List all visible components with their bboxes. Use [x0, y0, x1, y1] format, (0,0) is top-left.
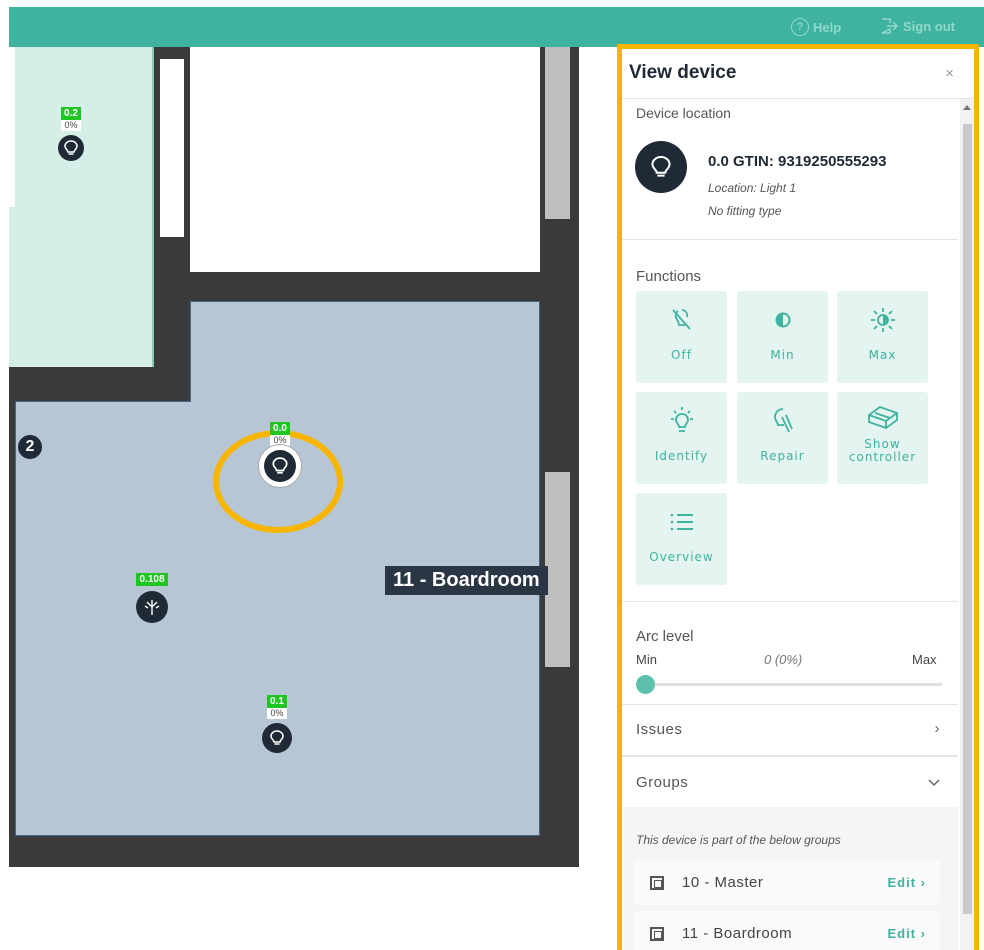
- group-item[interactable]: 11 - Boardroom Edit ›: [634, 911, 940, 950]
- edit-label: Edit: [887, 875, 917, 890]
- view-device-panel: View device × Device location 0.0 GTIN: …: [617, 44, 979, 950]
- repair-button[interactable]: Repair: [737, 392, 828, 484]
- off-label: Off: [671, 348, 692, 362]
- room-white: [190, 47, 540, 272]
- help-label: Help: [813, 19, 842, 35]
- min-label: Min: [770, 348, 795, 362]
- device-fitting: No fitting type: [708, 204, 782, 218]
- wall: [9, 372, 194, 402]
- room-label[interactable]: 11 - Boardroom: [385, 566, 548, 595]
- half-circle-icon: [775, 312, 790, 328]
- device-address-tag: 0.108: [136, 573, 168, 586]
- device-marker[interactable]: 0.1 0%: [262, 695, 292, 753]
- functions-label: Functions: [636, 268, 702, 285]
- groups-row[interactable]: Groups: [622, 757, 958, 807]
- selected-halo: [258, 444, 302, 488]
- room-edge: [15, 401, 191, 402]
- divider: [622, 601, 958, 602]
- group-item[interactable]: 10 - Master Edit ›: [634, 860, 940, 905]
- issues-label: Issues: [636, 721, 683, 738]
- group-name: 10 - Master: [682, 874, 764, 891]
- edit-group-link[interactable]: Edit ›: [887, 875, 926, 890]
- divider: [622, 239, 958, 240]
- floor-plan[interactable]: 0.2 0% 0.0 0% 0.108 0.1 0% 2 11 - Boardr…: [0, 47, 620, 950]
- arc-level-label: Arc level: [636, 628, 694, 645]
- issues-row[interactable]: Issues ›: [622, 705, 958, 755]
- bulb-rays-icon: [670, 407, 693, 432]
- window: [160, 59, 184, 237]
- close-icon[interactable]: ×: [945, 65, 954, 82]
- group-icon: [650, 876, 664, 890]
- off-button[interactable]: Off: [636, 291, 727, 383]
- device-name: 0.0 GTIN: 9319250555293: [708, 153, 887, 170]
- area-number-badge[interactable]: 2: [18, 435, 42, 459]
- sensor-icon: [136, 591, 168, 623]
- brightness-icon: [870, 308, 895, 332]
- arc-value: 0 (0%): [764, 652, 803, 667]
- max-label: Max: [868, 348, 897, 362]
- device-location: Location: Light 1: [708, 181, 797, 195]
- scrollbar-thumb[interactable]: [963, 124, 972, 914]
- device-level-tag: 0%: [61, 120, 81, 131]
- outside: [0, 867, 620, 950]
- panel-header: View device ×: [622, 49, 974, 99]
- device-address-tag: 0.0: [270, 422, 290, 435]
- show-controller-button[interactable]: Show controller: [837, 392, 928, 484]
- panel-title: View device: [629, 62, 737, 83]
- scroll-up-icon[interactable]: [963, 105, 971, 110]
- app-screen: ? Help Sign out 0.2 0% 0.0 0% 0.108 0.1 …: [0, 0, 984, 950]
- panel-scrollbar[interactable]: [960, 99, 974, 950]
- bulb-icon: [264, 450, 296, 482]
- sign-out-link[interactable]: Sign out: [881, 18, 955, 34]
- boardroom-upper: [190, 301, 540, 403]
- bulb-icon: [58, 135, 84, 161]
- identify-label: Identify: [654, 449, 709, 463]
- controller-icon: [867, 405, 898, 430]
- overview-button[interactable]: Overview: [636, 493, 727, 585]
- identify-button[interactable]: Identify: [636, 392, 727, 484]
- group-name: 11 - Boardroom: [682, 925, 793, 942]
- group-icon: [650, 927, 664, 941]
- chevron-right-icon: ›: [934, 720, 940, 737]
- device-address-tag: 0.2: [61, 107, 81, 120]
- bulb-icon: [262, 723, 292, 753]
- device-bulb-icon: [635, 141, 687, 193]
- show-controller-label: Show controller: [848, 437, 917, 464]
- edit-label: Edit: [887, 926, 917, 941]
- overview-label: Overview: [649, 550, 714, 564]
- room-teal: [9, 47, 154, 367]
- arc-max-label: Max: [912, 652, 937, 667]
- sign-out-label: Sign out: [903, 18, 955, 34]
- chevron-down-icon: [928, 779, 940, 787]
- arc-min-label: Min: [636, 652, 657, 667]
- groups-label: Groups: [636, 774, 689, 791]
- list-icon: [670, 513, 693, 531]
- repair-label: Repair: [760, 449, 805, 463]
- device-marker[interactable]: 0.108: [136, 573, 168, 623]
- min-button[interactable]: Min: [737, 291, 828, 383]
- device-level-tag: 0%: [267, 708, 287, 719]
- groups-note: This device is part of the below groups: [636, 833, 841, 847]
- device-location-label: Device location: [636, 105, 731, 121]
- arc-slider-track[interactable]: [636, 683, 942, 686]
- max-button[interactable]: Max: [837, 291, 928, 383]
- device-marker[interactable]: 0.2 0%: [58, 107, 84, 161]
- wall-gap: [9, 47, 15, 207]
- arc-slider-thumb[interactable]: [636, 675, 655, 694]
- sign-out-icon: [881, 18, 899, 34]
- device-address-tag: 0.1: [267, 695, 287, 708]
- bulb-off-icon: [671, 309, 691, 330]
- top-bar: ? Help Sign out: [9, 7, 984, 47]
- window: [545, 47, 570, 219]
- repair-icon: [773, 408, 793, 433]
- window: [545, 472, 570, 667]
- device-marker-selected[interactable]: 0.0 0%: [258, 422, 302, 488]
- help-link[interactable]: ? Help: [791, 18, 841, 36]
- edit-group-link[interactable]: Edit ›: [887, 926, 926, 941]
- help-icon: ?: [791, 18, 809, 36]
